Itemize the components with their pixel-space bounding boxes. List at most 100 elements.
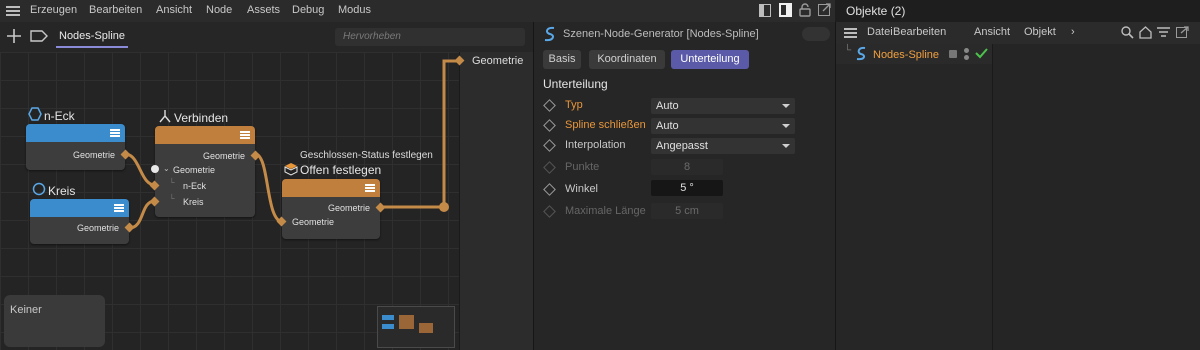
output-label: Geometrie [472,55,524,67]
prop-spline-schliessen-label: Spline schließen [565,119,646,131]
offen-node-header[interactable] [282,179,380,197]
node-canvas[interactable]: n-Eck Geometrie Kreis Geometrie Verbinde… [0,52,459,350]
prop-maximale-laenge-field: 5 cm [651,203,723,219]
home-icon[interactable] [1139,26,1152,39]
tab-unterteilung[interactable]: Unterteilung [671,50,749,69]
om-menu-bearbeiten[interactable]: Bearbeiten [893,26,946,38]
neck-port-out-label: Geometrie [72,150,115,160]
undock-icon[interactable] [1176,26,1189,39]
prop-interpolation-dropdown[interactable]: Angepasst [651,138,795,154]
neck-node-header[interactable] [26,124,125,142]
search-placeholder: Hervorheben [343,31,401,42]
menu-bearbeiten[interactable]: Bearbeiten [89,4,142,16]
object-tree: └ Nodes-Spline [836,44,993,350]
verbinden-node-icon [158,109,172,123]
spline-icon [543,26,557,42]
animate-diamond-icon [543,205,556,218]
animate-diamond-icon[interactable] [543,139,556,152]
visibility-editor-dot[interactable] [964,48,969,53]
prop-interpolation-label: Interpolation [565,139,626,151]
prop-spline-schliessen-dropdown[interactable]: Auto [651,118,795,134]
chevron-down-icon [782,124,790,128]
node-menu-icon[interactable] [110,128,120,138]
offen-port-in-label: Geometrie [292,217,335,227]
info-box-text: Keiner [10,304,42,316]
visibility-render-dot[interactable] [964,55,969,60]
neck-node[interactable]: Geometrie [26,124,131,170]
chevron-right-icon[interactable]: › [1071,26,1075,38]
offen-node-subtitle: Geschlossen-Status festlegen [300,150,433,161]
object-manager-menubar: Datei Bearbeiten Ansicht Objekt › [836,22,1200,44]
node-menu-icon[interactable] [365,183,375,193]
tree-branch-icon: └ [844,45,852,56]
object-name[interactable]: Nodes-Spline [873,49,939,61]
tag-icon[interactable] [30,30,48,42]
checkmark-icon[interactable] [975,47,988,59]
filter-icon[interactable] [1157,26,1170,39]
prop-spline-schliessen-value: Auto [656,120,679,132]
verbinden-input-neck-label: n-Eck [183,181,207,191]
main-menubar: Erzeugen Bearbeiten Ansicht Node Assets … [0,0,835,22]
neck-node-icon [28,107,42,121]
tree-branch-icon: └ [169,178,175,187]
kreis-node-title: Kreis [48,184,76,198]
add-icon[interactable] [7,29,21,43]
offen-node[interactable]: Geometrie Geometrie [276,179,386,239]
animate-diamond-icon[interactable] [543,99,556,112]
prop-punkte-field: 8 [651,159,723,175]
hamburger-menu-icon[interactable] [844,27,857,39]
prop-winkel-field[interactable]: 5 ° [651,180,723,196]
kreis-node[interactable]: Geometrie [30,199,135,244]
offen-node-title: Offen festlegen [300,163,382,177]
menu-erzeugen[interactable]: Erzeugen [30,4,77,16]
highlight-search-input[interactable]: Hervorheben [335,28,525,46]
verbinden-node-title: Verbinden [174,111,229,125]
om-menu-ansicht[interactable]: Ansicht [974,26,1010,38]
menu-debug[interactable]: Debug [292,4,324,16]
kreis-node-header[interactable] [30,199,129,217]
verbinden-node[interactable]: Geometrie ⌄ Geometrie └ n-Eck └ Kreis [149,126,261,217]
om-menu-datei[interactable]: Datei [867,26,893,38]
node-menu-icon[interactable] [240,130,250,140]
search-icon[interactable] [1121,26,1134,39]
menu-modus[interactable]: Modus [338,4,371,16]
verbinden-node-header[interactable] [155,126,255,144]
menu-ansicht[interactable]: Ansicht [156,4,192,16]
prop-typ-label: Typ [565,99,583,111]
navigator-minimap[interactable] [377,306,455,348]
animate-diamond-icon[interactable] [543,183,556,196]
info-box: Keiner [4,295,105,347]
menu-assets[interactable]: Assets [247,4,280,16]
tag-icon[interactable] [949,50,957,58]
object-manager-title: Objekte (2) [846,4,906,18]
lock-icon[interactable] [799,3,811,17]
hamburger-menu-icon[interactable] [6,5,20,17]
undock-icon[interactable] [818,3,831,17]
layout-split-icon[interactable] [759,4,771,17]
spline-icon [855,46,867,61]
tab-koordinaten[interactable]: Koordinaten [589,50,665,69]
animate-diamond-icon [543,161,556,174]
kreis-port-out-label: Geometrie [76,223,119,233]
chevron-down-icon[interactable]: ⌄ [163,164,170,173]
toggle-switch[interactable] [802,27,830,41]
section-title: Unterteilung [543,77,608,91]
tab-basis[interactable]: Basis [543,50,581,69]
prop-punkte-label: Punkte [565,161,600,173]
verbinden-input-kreis-label: Kreis [183,197,204,207]
attribute-manager: Szenen-Node-Generator [Nodes-Spline] Bas… [533,22,836,350]
chevron-down-icon [782,144,790,148]
object-row[interactable]: └ Nodes-Spline [836,44,992,64]
prop-typ-dropdown[interactable]: Auto [651,98,795,114]
prop-maximale-laenge-label: Maximale Länge [565,205,646,217]
tab-nodes-spline[interactable]: Nodes-Spline [59,30,125,42]
om-menu-objekt[interactable]: Objekt [1024,26,1056,38]
animate-diamond-icon[interactable] [543,119,556,132]
layout-single-icon[interactable] [779,3,792,17]
chevron-down-icon [782,104,790,108]
node-output-panel: Geometrie [454,52,534,350]
offen-port-out-label: Geometrie [327,203,370,213]
menu-node[interactable]: Node [206,4,232,16]
verbinden-group-port[interactable] [151,165,159,173]
node-menu-icon[interactable] [114,203,124,213]
